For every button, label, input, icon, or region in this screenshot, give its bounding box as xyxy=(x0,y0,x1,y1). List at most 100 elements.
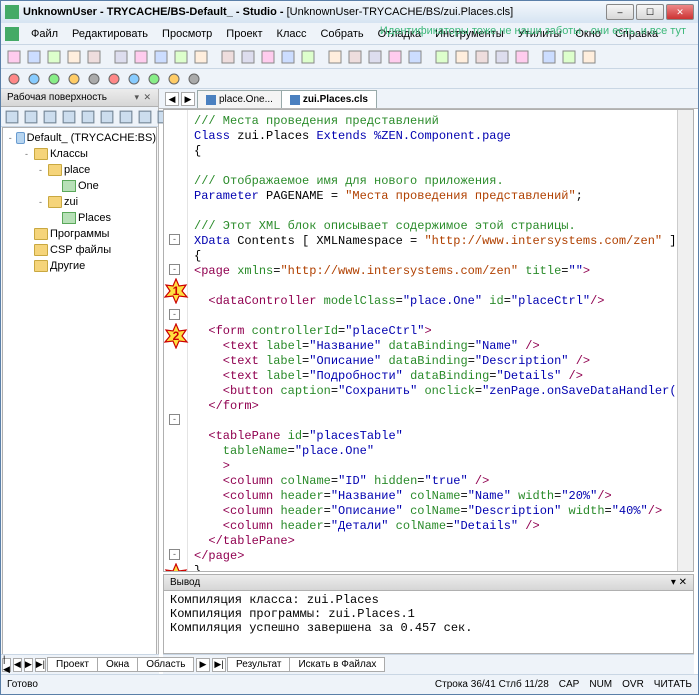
menu-edit[interactable]: Редактировать xyxy=(66,26,154,42)
toolbar-btn-7[interactable] xyxy=(152,48,170,66)
bbar-last-icon[interactable]: ▶| xyxy=(212,658,226,672)
code-editor[interactable]: - - - - - 1 2 3 /// Места проведения пре… xyxy=(163,109,694,572)
toolbar2-btn-0[interactable] xyxy=(5,70,23,88)
sidetool-6[interactable] xyxy=(118,109,134,125)
menu-file[interactable]: Файл xyxy=(25,26,64,42)
tree-node[interactable]: Программы xyxy=(3,226,156,242)
project-tree[interactable]: -Default_ (TRYCACHE:BS) -Классы-placeOne… xyxy=(2,127,157,674)
toolbar-btn-14[interactable] xyxy=(299,48,317,66)
editor-gutter[interactable]: - - - - - 1 2 3 xyxy=(164,110,188,571)
toolbar2-btn-7[interactable] xyxy=(145,70,163,88)
sbar-prev-icon[interactable]: ◀ xyxy=(13,658,22,672)
btab-project[interactable]: Проект xyxy=(47,657,98,672)
toolbar2-btn-9[interactable] xyxy=(185,70,203,88)
bbar-next-icon[interactable]: ▶ xyxy=(196,658,210,672)
tab-active[interactable]: zui.Places.cls xyxy=(281,90,377,108)
toolbar-btn-22[interactable] xyxy=(473,48,491,66)
sidetool-3[interactable] xyxy=(61,109,77,125)
toolbar-btn-27[interactable] xyxy=(580,48,598,66)
toolbar-btn-4[interactable] xyxy=(85,48,103,66)
tree-node[interactable]: -zui xyxy=(3,194,156,210)
status-read: ЧИТАТЬ xyxy=(654,679,692,690)
toolbar-btn-5[interactable] xyxy=(112,48,130,66)
sidetool-4[interactable] xyxy=(80,109,96,125)
toolbar-btn-15[interactable] xyxy=(326,48,344,66)
sidetool-1[interactable] xyxy=(23,109,39,125)
sbar-last-icon[interactable]: ▶| xyxy=(35,658,46,672)
side-panel-menu-icon[interactable]: ▾ ✕ xyxy=(134,92,152,103)
tree-db[interactable]: -Default_ (TRYCACHE:BS) xyxy=(3,130,156,146)
toolbar-btn-20[interactable] xyxy=(433,48,451,66)
tree-node[interactable]: CSP файлы xyxy=(3,242,156,258)
toolbar-btn-26[interactable] xyxy=(560,48,578,66)
tab-next-button[interactable]: ▶ xyxy=(181,92,195,106)
toolbar-btn-21[interactable] xyxy=(453,48,471,66)
tree-node[interactable]: -Классы xyxy=(3,146,156,162)
toolbar2-btn-6[interactable] xyxy=(125,70,143,88)
status-cap: CAP xyxy=(559,679,580,690)
sidetool-2[interactable] xyxy=(42,109,58,125)
toolbar-btn-9[interactable] xyxy=(192,48,210,66)
toolbar2-btn-4[interactable] xyxy=(85,70,103,88)
fold-icon[interactable]: - xyxy=(169,414,180,425)
minimize-button[interactable]: – xyxy=(606,4,634,20)
titlebar[interactable]: UnknownUser - TRYCACHE/BS-Default_ - Stu… xyxy=(1,1,698,23)
btab-scope[interactable]: Область xyxy=(137,657,194,672)
tree-node[interactable]: One xyxy=(3,178,156,194)
toolbar-btn-3[interactable] xyxy=(65,48,83,66)
fold-icon[interactable]: - xyxy=(169,309,180,320)
btab-find[interactable]: Искать в Файлах xyxy=(289,657,385,672)
fold-icon[interactable]: - xyxy=(169,549,180,560)
sbar-next-icon[interactable]: ▶ xyxy=(24,658,33,672)
tree-node[interactable]: Другие xyxy=(3,258,156,274)
sidetool-5[interactable] xyxy=(99,109,115,125)
sidetool-0[interactable] xyxy=(4,109,20,125)
toolbar-btn-10[interactable] xyxy=(219,48,237,66)
output-body[interactable]: Компиляция класса: zui.PlacesКомпиляция … xyxy=(164,591,693,653)
toolbar-btn-8[interactable] xyxy=(172,48,190,66)
sidetool-7[interactable] xyxy=(137,109,153,125)
toolbar-btn-18[interactable] xyxy=(386,48,404,66)
tab-inactive[interactable]: place.One... xyxy=(197,90,282,108)
toolbar2-btn-2[interactable] xyxy=(45,70,63,88)
main-window: UnknownUser - TRYCACHE/BS-Default_ - Stu… xyxy=(0,0,699,695)
tree-node[interactable]: -place xyxy=(3,162,156,178)
tab-prev-button[interactable]: ◀ xyxy=(165,92,179,106)
toolbar-btn-12[interactable] xyxy=(259,48,277,66)
toolbar-btn-11[interactable] xyxy=(239,48,257,66)
toolbar2-btn-8[interactable] xyxy=(165,70,183,88)
editor-scrollbar[interactable] xyxy=(677,110,693,571)
tree-node[interactable]: Places xyxy=(3,210,156,226)
toolbar-btn-1[interactable] xyxy=(25,48,43,66)
toolbar-btn-6[interactable] xyxy=(132,48,150,66)
menu-build[interactable]: Собрать xyxy=(314,26,369,42)
menu-project[interactable]: Проект xyxy=(220,26,268,42)
toolbar-btn-0[interactable] xyxy=(5,48,23,66)
sbar-first-icon[interactable]: |◀ xyxy=(2,658,11,672)
side-panel: Рабочая поверхность ▾ ✕ document.write(A… xyxy=(1,89,159,674)
output-menu-icon[interactable]: ▾ ✕ xyxy=(671,577,687,588)
toolbar-btn-2[interactable] xyxy=(45,48,63,66)
side-toolbar: document.write(Array.from({length:9},(_,… xyxy=(1,107,158,127)
toolbar-btn-13[interactable] xyxy=(279,48,297,66)
toolbar-btn-25[interactable] xyxy=(540,48,558,66)
maximize-button[interactable]: ☐ xyxy=(636,4,664,20)
toolbar-btn-19[interactable] xyxy=(406,48,424,66)
fold-icon[interactable]: - xyxy=(169,264,180,275)
toolbar-btn-24[interactable] xyxy=(513,48,531,66)
toolbar-btn-16[interactable] xyxy=(346,48,364,66)
toolbar2-btn-3[interactable] xyxy=(65,70,83,88)
toolbar-btn-23[interactable] xyxy=(493,48,511,66)
output-header: Вывод ▾ ✕ xyxy=(164,575,693,591)
close-button[interactable]: ✕ xyxy=(666,4,694,20)
menu-icon xyxy=(5,27,19,41)
btab-windows[interactable]: Окна xyxy=(97,657,138,672)
toolbar2-btn-5[interactable] xyxy=(105,70,123,88)
code-body[interactable]: /// Места проведения представлений Class… xyxy=(188,110,677,571)
btab-result[interactable]: Результат xyxy=(227,657,290,672)
menu-class[interactable]: Класс xyxy=(271,26,313,42)
toolbar2-btn-1[interactable] xyxy=(25,70,43,88)
fold-icon[interactable]: - xyxy=(169,234,180,245)
menu-view[interactable]: Просмотр xyxy=(156,26,218,42)
toolbar-btn-17[interactable] xyxy=(366,48,384,66)
